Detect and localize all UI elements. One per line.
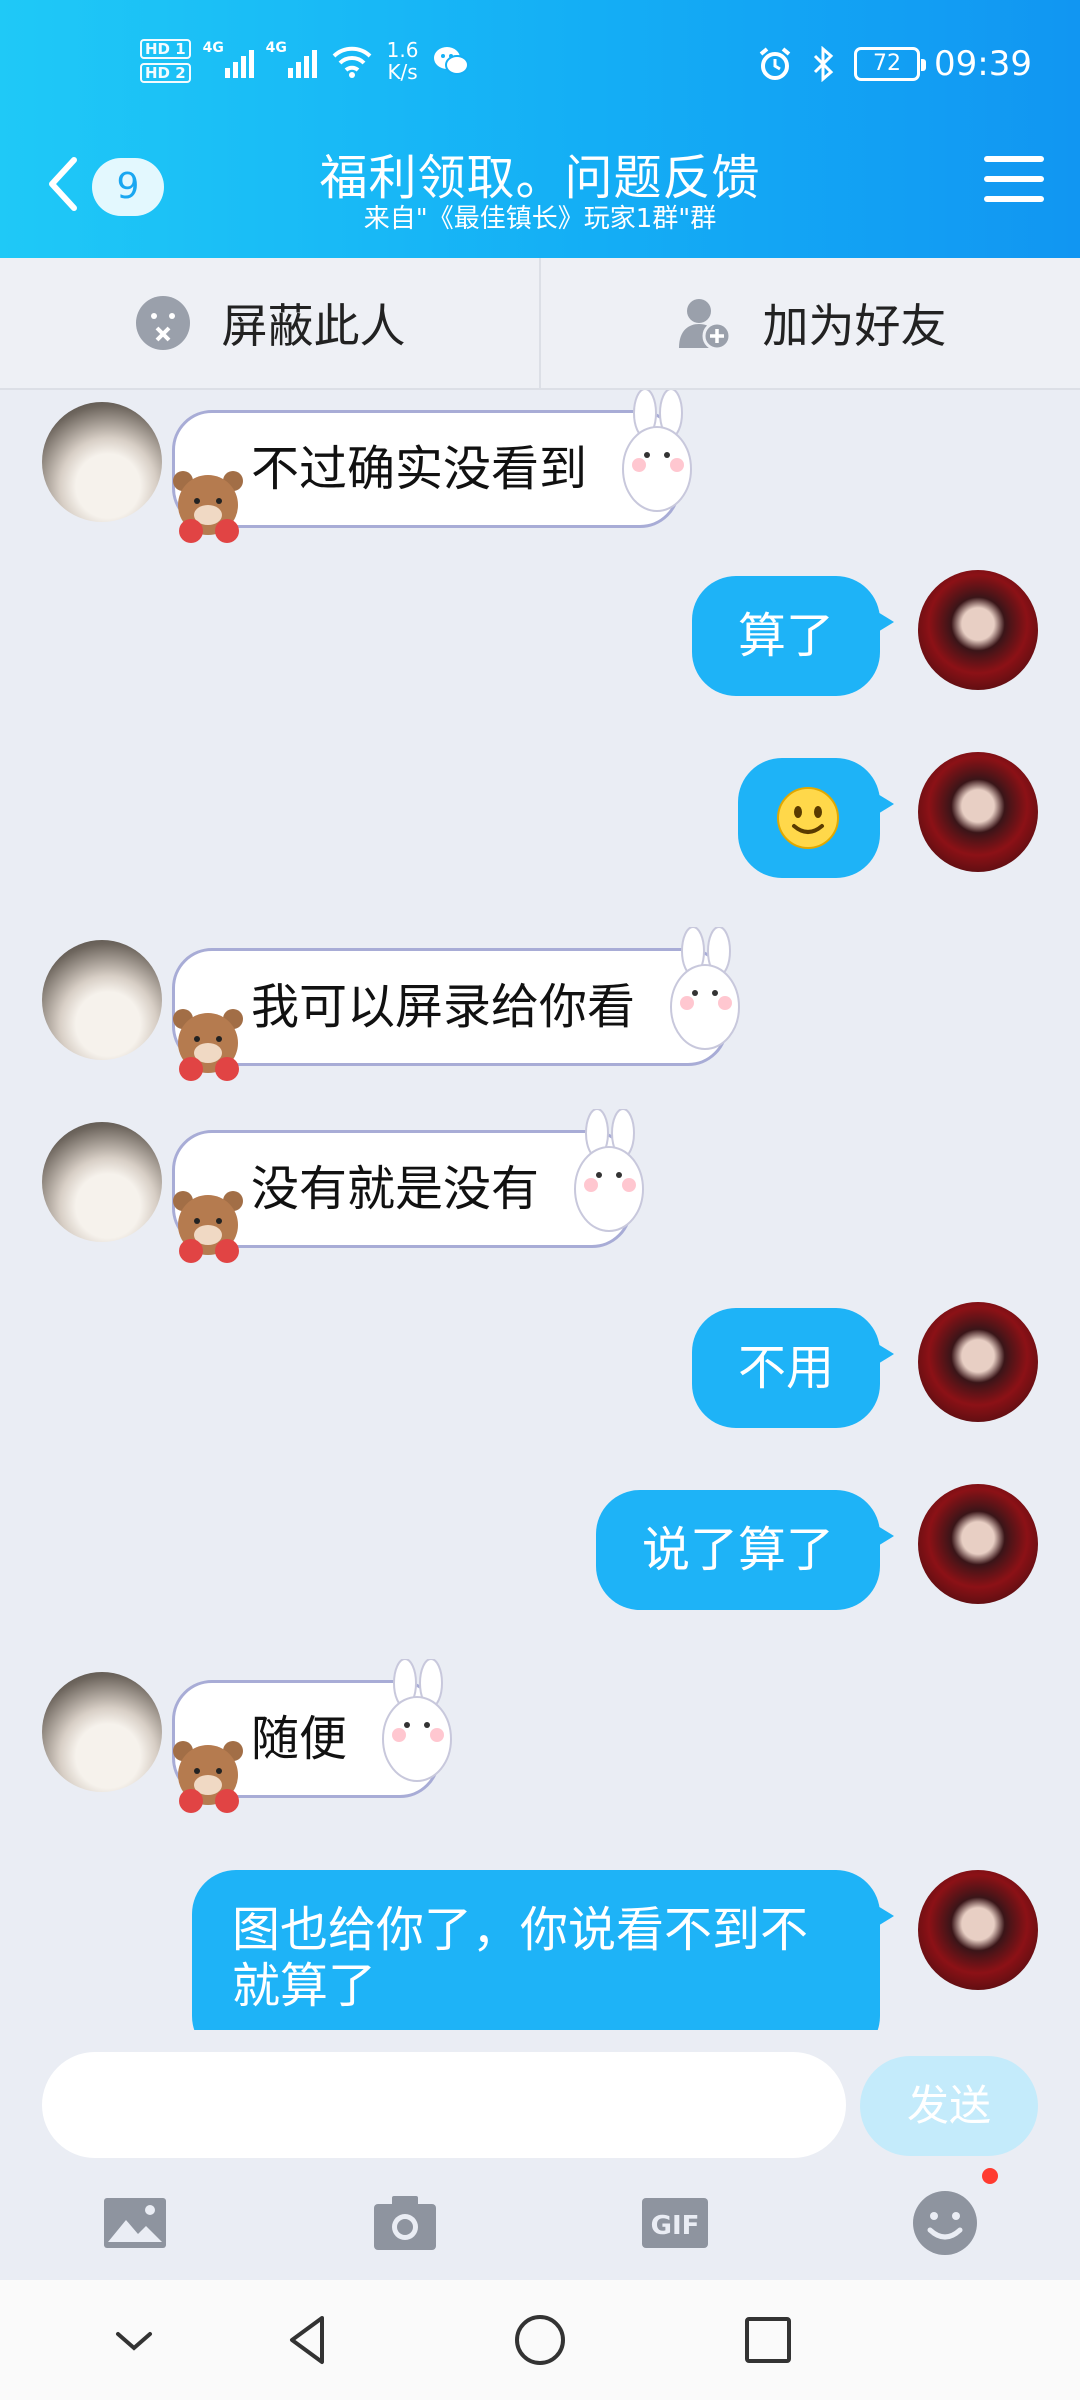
speed-value: 1.6	[386, 38, 419, 62]
hd-indicator-1: HD 1	[140, 39, 191, 59]
composer: 发送 GIF	[0, 2030, 1080, 2280]
add-friend-button[interactable]: 加为好友	[539, 258, 1080, 388]
gif-icon[interactable]: GIF	[640, 2188, 710, 2258]
message-text: 我可以屏录给你看	[251, 979, 636, 1035]
emoji-icon[interactable]	[910, 2188, 980, 2258]
network-type-1: 4G	[202, 40, 224, 56]
bear-sticker-icon	[173, 1741, 243, 1813]
message-bubble[interactable]: 不过确实没看到	[172, 390, 693, 543]
header: HD 1 HD 2 4G 4G 1.6 K/s 72 09:39 9 福利领取。…	[0, 0, 1080, 258]
speed-unit: K/s	[387, 60, 418, 84]
message-text-line-1: 图也给你了，你说看不到不	[232, 1902, 809, 1958]
signal-icon-1: 4G	[203, 40, 254, 78]
status-right: 72 09:39	[758, 42, 1032, 86]
add-friend-label: 加为好友	[762, 299, 947, 353]
wechat-icon	[434, 47, 470, 75]
title-bar: 9 福利领取。问题反馈 来自"《最佳镇长》玩家1群"群	[0, 130, 1080, 258]
status-left: HD 1 HD 2 4G 4G 1.6 K/s	[140, 36, 470, 86]
hd-indicators: HD 1 HD 2	[140, 39, 191, 83]
camera-icon[interactable]	[370, 2188, 440, 2258]
nav-home-icon[interactable]	[508, 2308, 572, 2372]
message-right: 不用	[0, 1302, 1080, 1432]
self-avatar[interactable]	[918, 1302, 1038, 1422]
status-bar: HD 1 HD 2 4G 4G 1.6 K/s 72 09:39	[0, 0, 1080, 120]
hd-indicator-2: HD 2	[140, 63, 191, 83]
system-nav-bar	[0, 2280, 1080, 2400]
bunny-sticker-icon	[574, 1109, 645, 1232]
page-subtitle: 来自"《最佳镇长》玩家1群"群	[363, 204, 717, 234]
bear-sticker-icon	[173, 1191, 243, 1263]
message-text: 算了	[737, 608, 834, 664]
message-text-line-2: 就算了	[232, 1958, 377, 2014]
block-user-button[interactable]: 屏蔽此人	[0, 258, 539, 388]
block-user-label: 屏蔽此人	[221, 299, 406, 353]
network-type-2: 4G	[265, 40, 287, 56]
gif-label: GIF	[651, 2211, 700, 2241]
message-text: 没有就是没有	[251, 1161, 540, 1217]
message-bubble[interactable]: 说了算了	[595, 1490, 895, 1610]
message-bubble[interactable]	[738, 758, 894, 878]
wifi-icon	[332, 46, 372, 78]
message-bubble[interactable]: 不用	[691, 1308, 895, 1428]
message-bubble[interactable]: 没有就是没有	[172, 1109, 645, 1263]
message-left: 没有就是没有	[0, 1109, 1080, 1263]
bear-sticker-icon	[173, 471, 243, 543]
send-button[interactable]: 发送	[860, 2056, 1038, 2156]
bunny-sticker-icon	[382, 1659, 453, 1782]
smile-emoji-icon	[777, 787, 839, 849]
menu-icon[interactable]	[984, 156, 1044, 212]
self-avatar[interactable]	[918, 752, 1038, 872]
message-left: 我可以屏录给你看	[0, 927, 1080, 1081]
composer-toolbar: GIF	[0, 2168, 1080, 2278]
message-bubble[interactable]: 算了	[691, 576, 895, 696]
message-right: 算了	[0, 570, 1080, 700]
message-bubble[interactable]: 图也给你了，你说看不到不 就算了	[192, 1870, 894, 2030]
nav-recents-icon[interactable]	[736, 2308, 800, 2372]
message-bubble[interactable]: 我可以屏录给你看	[172, 927, 741, 1081]
chat-area[interactable]: 不过确实没看到 算了 我可以屏录给你看 没有就是没有 不用 说了算了 随便 图也…	[0, 390, 1080, 2030]
action-bar: 屏蔽此人 加为好友	[0, 258, 1080, 390]
message-right: 图也给你了，你说看不到不 就算了	[0, 1870, 1080, 2030]
sender-avatar[interactable]	[42, 1122, 162, 1242]
bluetooth-icon	[813, 46, 834, 82]
bunny-sticker-icon	[622, 390, 693, 512]
clock: 09:39	[934, 44, 1032, 84]
image-icon[interactable]	[100, 2188, 170, 2258]
self-avatar[interactable]	[918, 570, 1038, 690]
sender-avatar[interactable]	[42, 402, 162, 522]
message-left: 随便	[0, 1659, 1080, 1813]
nav-back-icon[interactable]	[278, 2308, 342, 2372]
sender-avatar[interactable]	[42, 1672, 162, 1792]
sender-avatar[interactable]	[42, 940, 162, 1060]
message-text: 不过确实没看到	[251, 441, 588, 497]
battery-icon: 72	[854, 47, 927, 81]
message-left: 不过确实没看到	[0, 390, 1080, 543]
signal-icon-2: 4G	[266, 40, 317, 78]
notification-dot	[982, 2168, 998, 2184]
block-face-icon	[135, 296, 190, 350]
bunny-sticker-icon	[670, 927, 741, 1050]
alarm-icon	[759, 47, 791, 80]
add-friend-icon	[678, 299, 731, 351]
bear-sticker-icon	[173, 1009, 243, 1081]
self-avatar[interactable]	[918, 1870, 1038, 1990]
message-right	[0, 752, 1080, 882]
message-text: 说了算了	[641, 1522, 834, 1578]
self-avatar[interactable]	[918, 1484, 1038, 1604]
message-text: 不用	[737, 1340, 834, 1396]
message-text: 随便	[251, 1711, 348, 1767]
chevron-down-icon[interactable]	[102, 2308, 166, 2372]
message-input[interactable]	[42, 2052, 846, 2158]
network-speed: 1.6 K/s	[387, 39, 419, 83]
message-right: 说了算了	[0, 1484, 1080, 1614]
message-bubble[interactable]: 随便	[172, 1659, 453, 1813]
